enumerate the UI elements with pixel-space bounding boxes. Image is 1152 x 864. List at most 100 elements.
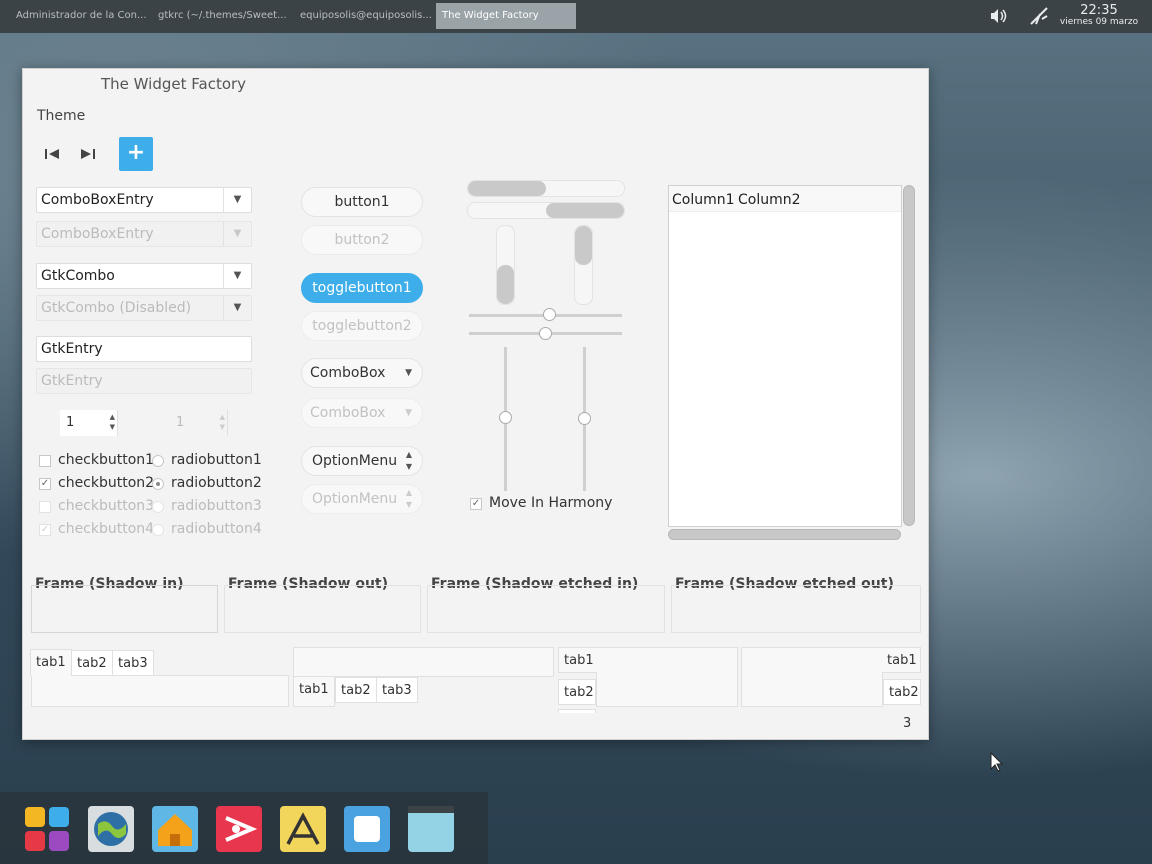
option-menu-text: OptionMenu [312, 453, 398, 469]
combobox-entry-disabled: ComboBoxEntry ▼ [36, 221, 252, 247]
column2-header[interactable]: Column2 [738, 192, 801, 208]
combobox-entry[interactable]: ComboBoxEntry ▼ [36, 187, 252, 213]
notebook-bottom-tab3[interactable]: tab3 [376, 677, 418, 703]
clock[interactable]: 22:35 viernes 09 marzo [1054, 4, 1144, 28]
togglebutton2: togglebutton2 [301, 311, 423, 341]
mouse-cursor-icon [990, 751, 1004, 772]
checkbutton4-box: ✓ [39, 524, 51, 536]
progressbar-vertical-1 [496, 225, 515, 305]
column1-header[interactable]: Column1 [672, 192, 735, 208]
window-manager-icon[interactable] [344, 806, 390, 852]
vslider-2-knob[interactable] [578, 412, 591, 425]
notebook-top-tab1[interactable]: tab1 [30, 649, 72, 676]
notebook-left-tab3-partial[interactable] [558, 709, 596, 713]
top-panel: Administrador de la Con... gtkrc (~/.the… [0, 0, 1152, 33]
radiobutton1-label[interactable]: radiobutton1 [171, 452, 262, 468]
notebook-right-tab3-partial[interactable]: 3 [903, 716, 911, 731]
radiobutton4-circle [152, 524, 164, 536]
chevron-down-icon[interactable]: ▼ [223, 188, 251, 212]
chevron-down-icon: ▼ [405, 368, 412, 378]
notebook-top-tab3[interactable]: tab3 [112, 650, 154, 676]
text-editor-icon[interactable] [280, 806, 326, 852]
radiobutton1-circle[interactable] [152, 455, 164, 467]
checkbutton1-label[interactable]: checkbutton1 [58, 452, 154, 468]
spin-arrows-icon: ▲ ▼ [219, 413, 225, 431]
combobox[interactable]: ComboBox ▼ [301, 358, 423, 388]
checkbutton2-box[interactable]: ✓ [39, 478, 51, 490]
hslider-1-knob[interactable] [543, 308, 556, 321]
speaker-icon[interactable] [989, 8, 1009, 24]
clock-time: 22:35 [1080, 3, 1118, 18]
frame-shadow-etched-in [427, 585, 665, 633]
move-in-harmony-label[interactable]: Move In Harmony [489, 495, 612, 511]
gtk-combo-disabled: GtkCombo (Disabled) ▼ [36, 295, 252, 321]
gtk-entry-disabled-placeholder: GtkEntry [41, 373, 103, 389]
button2: button2 [301, 225, 423, 255]
checkbutton1-box[interactable] [39, 455, 51, 467]
checkbutton2-label[interactable]: checkbutton2 [58, 475, 154, 491]
spinbutton-disabled: 1 ▲ ▼ [170, 410, 228, 436]
updown-icon: ▲ ▼ [405, 450, 412, 471]
togglebutton1[interactable]: togglebutton1 [301, 273, 423, 303]
taskbar-item-widget-factory[interactable]: The Widget Factory [436, 3, 576, 29]
apps-grid-icon[interactable] [24, 806, 70, 852]
tree-vertical-scrollbar[interactable] [903, 185, 915, 526]
updown-icon: ▲ ▼ [405, 488, 412, 509]
notebook-left-tab1[interactable]: tab1 [558, 647, 597, 673]
vslider-1-knob[interactable] [499, 411, 512, 424]
window-title: The Widget Factory [101, 75, 247, 93]
spin-arrows-icon[interactable]: ▲ ▼ [110, 412, 115, 432]
combobox-disabled: ComboBox ▼ [301, 398, 423, 428]
widget-factory-window: The Widget Factory Theme + ComboBoxEntry… [22, 68, 929, 740]
home-folder-icon[interactable] [152, 806, 198, 852]
browser-globe-icon[interactable] [88, 806, 134, 852]
gtk-combo[interactable]: GtkCombo ▼ [36, 263, 252, 289]
spinbutton-disabled-value: 1 [176, 415, 185, 430]
add-button[interactable]: + [119, 137, 153, 171]
menu-theme[interactable]: Theme [37, 108, 85, 124]
radiobutton2-label[interactable]: radiobutton2 [171, 475, 262, 491]
combobox-entry-text: ComboBoxEntry [41, 192, 154, 208]
taskbar-item-admin[interactable]: Administrador de la Con... [10, 3, 152, 29]
notebook-bottom-tab1[interactable]: tab1 [293, 677, 335, 707]
chevron-down-icon[interactable]: ▼ [223, 264, 251, 288]
checkbutton4-label: checkbutton4 [58, 521, 155, 537]
progress-fill [575, 226, 592, 265]
progressbar-horizontal-1 [467, 180, 625, 197]
media-player-icon[interactable] [216, 806, 262, 852]
radiobutton2-circle[interactable] [152, 478, 164, 490]
gtk-combo-text: GtkCombo [41, 268, 115, 284]
radiobutton3-circle [152, 501, 164, 513]
notebook-left-panel [596, 647, 738, 707]
hslider-2-knob[interactable] [539, 327, 552, 340]
go-last-icon[interactable] [75, 145, 101, 171]
taskbar-item-terminal[interactable]: equiposolis@equiposolis... [294, 3, 434, 29]
go-first-icon[interactable] [39, 145, 65, 171]
clock-date: viernes 09 marzo [1059, 17, 1139, 27]
radiobutton4-label: radiobutton4 [171, 521, 262, 537]
option-menu[interactable]: OptionMenu ▲ ▼ [301, 446, 423, 476]
gtk-entry-disabled: GtkEntry [36, 368, 252, 394]
chevron-down-icon: ▼ [223, 222, 251, 246]
spinbutton[interactable]: 1 ▲ ▼ [60, 410, 118, 436]
progressbar-horizontal-2 [467, 202, 625, 219]
notebook-bottom-tab2[interactable]: tab2 [335, 677, 377, 703]
tree-view[interactable]: Column1 Column2 [668, 185, 902, 527]
desktop-icon[interactable] [408, 806, 454, 852]
option-menu-disabled-text: OptionMenu [312, 491, 398, 507]
notebook-top-tab2[interactable]: tab2 [71, 650, 113, 676]
network-icon[interactable] [1028, 5, 1050, 27]
notebook-right-tab2[interactable]: tab2 [883, 679, 921, 705]
notebook-left-tab2[interactable]: tab2 [558, 679, 596, 705]
button1[interactable]: button1 [301, 187, 423, 217]
gtk-entry[interactable]: GtkEntry [36, 336, 252, 362]
move-in-harmony-checkbox[interactable]: ✓ [470, 498, 482, 510]
notebook-top-panel [31, 675, 289, 707]
progress-fill [497, 265, 514, 304]
progressbar-vertical-2 [574, 225, 593, 305]
notebook-right-tab1[interactable]: tab1 [882, 647, 921, 673]
gtk-entry-text: GtkEntry [41, 341, 103, 357]
option-menu-disabled: OptionMenu ▲ ▼ [301, 484, 423, 514]
taskbar-item-gtkrc[interactable]: gtkrc (~/.themes/Sweet... [152, 3, 292, 29]
tree-horizontal-scrollbar[interactable] [668, 529, 901, 540]
